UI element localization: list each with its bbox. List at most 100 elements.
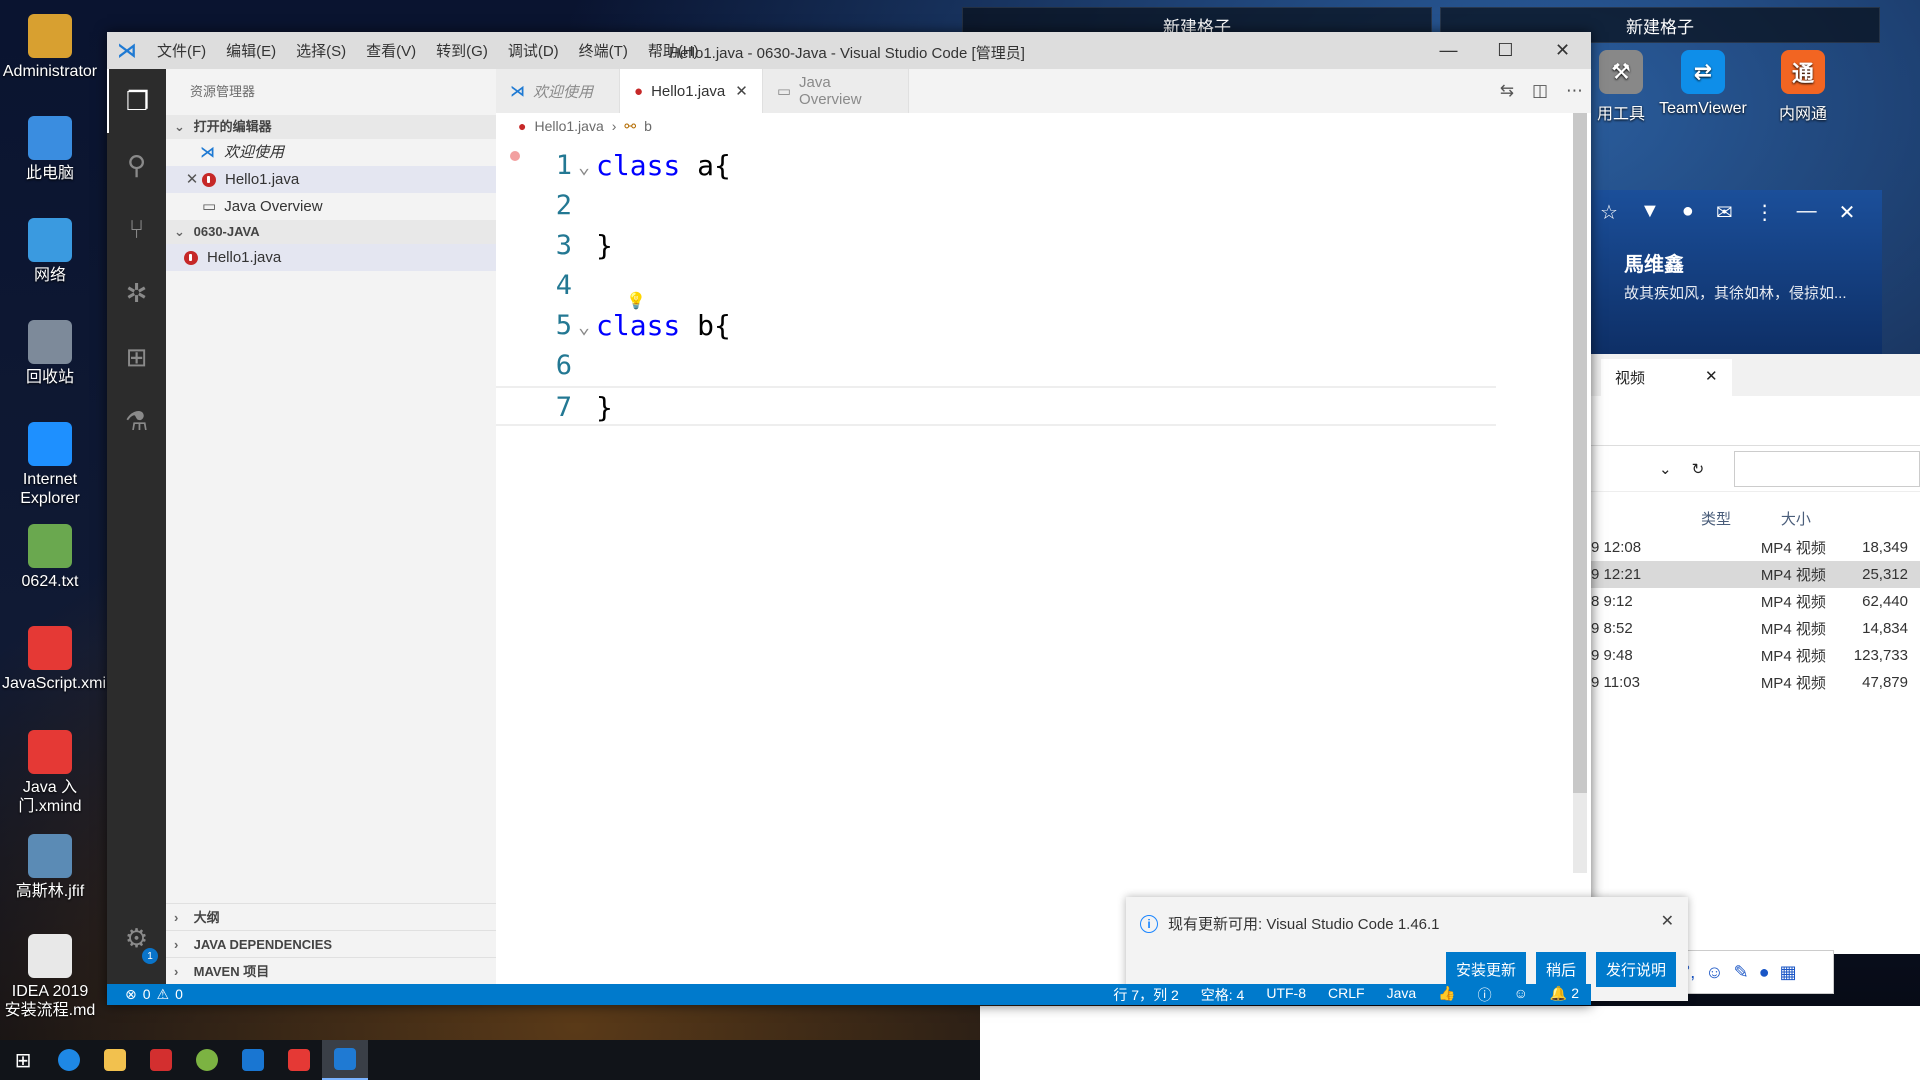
install-update-button[interactable]: 安装更新 — [1445, 952, 1526, 987]
table-row[interactable]: 9 9:48 MP4 视频 123,733 — [1591, 642, 1920, 669]
table-row[interactable]: 9 12:08 MP4 视频 18,349 — [1591, 534, 1920, 561]
desktop-icon[interactable]: 0624.txt — [2, 524, 98, 591]
close-icon[interactable]: ✕ — [1705, 367, 1718, 388]
scrollbar-thumb[interactable] — [1573, 113, 1587, 793]
start-button[interactable]: ⊞ — [0, 1040, 46, 1080]
menu-item[interactable]: 文件(F) — [147, 40, 216, 61]
menu-item[interactable]: 编辑(E) — [216, 40, 286, 61]
desktop-icon[interactable]: Administrator — [2, 14, 98, 81]
open-editor-java-overview[interactable]: ▭ Java Overview — [166, 193, 496, 220]
code-line[interactable]: 7} — [496, 386, 1496, 426]
close-icon[interactable]: ✕ — [1661, 911, 1674, 931]
taskbar-xmind[interactable] — [276, 1040, 322, 1080]
project-file-hello1[interactable]: Hello1.java — [166, 244, 496, 271]
source-control-icon[interactable]: ⑂ — [107, 197, 166, 261]
status-icon[interactable]: ● — [1682, 200, 1694, 225]
qq-panel[interactable]: ☆ ▼ ● ✉ ⋮ — ✕ 馬维鑫 故其疾如风，其徐如林，侵掠如... — [1588, 190, 1882, 354]
code-line[interactable]: 5 ⌄ class b{ — [496, 306, 1566, 346]
mail-icon[interactable]: ✉ — [1716, 200, 1733, 225]
taskbar-app-blue[interactable] — [230, 1040, 276, 1080]
notifications-bell[interactable]: 🔔 2 — [1550, 985, 1579, 1005]
desktop-icon[interactable]: IDEA 2019 安装流程.md — [2, 934, 98, 1020]
code-editor[interactable]: 1 ⌄ class a{2 3} 4 5 ⌄ class b{6 7} — [496, 146, 1566, 426]
code-line[interactable]: 2 — [496, 186, 1566, 226]
outline-section[interactable]: › 大纲 — [166, 903, 496, 930]
taskbar-file-explorer[interactable] — [92, 1040, 138, 1080]
menu-item[interactable]: 终端(T) — [569, 40, 638, 61]
microphone-icon[interactable]: ● — [1759, 962, 1770, 983]
desktop-icon[interactable]: 网络 — [2, 218, 98, 285]
tab-hello1[interactable]: ● Hello1.java ✕ — [620, 69, 763, 113]
language-mode[interactable]: Java — [1387, 985, 1417, 1005]
open-editor-welcome[interactable]: ⋊ 欢迎使用 — [166, 139, 496, 166]
chevron-down-icon[interactable]: ⌄ — [1659, 460, 1672, 478]
skin-icon[interactable]: ✎ — [1734, 962, 1749, 983]
code-line[interactable]: 3} — [496, 226, 1566, 266]
compare-icon[interactable]: ⇆ — [1500, 81, 1514, 101]
maximize-icon[interactable]: ☐ — [1477, 32, 1534, 69]
desktop-icon[interactable]: 此电脑 — [2, 116, 98, 183]
debug-icon[interactable]: ✲ — [107, 261, 166, 325]
open-editors-section[interactable]: ⌄ 打开的编辑器 — [166, 115, 496, 139]
menu-item[interactable]: 调试(D) — [498, 40, 569, 61]
explorer-tab[interactable]: 视频 ✕ — [1601, 359, 1732, 396]
thumbs-up-icon[interactable]: 👍 — [1438, 985, 1455, 1005]
emoji-icon[interactable]: ☺ — [1705, 962, 1723, 983]
fence-icon-intranet[interactable]: 通 内网通 — [1748, 50, 1858, 124]
fence-icon-teamviewer[interactable]: ⇄ TeamViewer — [1648, 50, 1758, 118]
explorer-icon[interactable]: ❐ — [107, 69, 166, 133]
extensions-icon[interactable]: ⊞ — [107, 325, 166, 389]
tab-java-overview[interactable]: ▭ Java Overview — [762, 69, 909, 113]
maven-section[interactable]: › MAVEN 项目 — [166, 957, 496, 984]
desktop-icon[interactable]: 高斯林.jfif — [2, 834, 98, 901]
taskbar-vscode[interactable] — [322, 1040, 368, 1080]
info-icon[interactable]: ⓘ — [1478, 985, 1492, 1005]
line-ending[interactable]: CRLF — [1328, 985, 1365, 1005]
taskbar-app-red[interactable] — [138, 1040, 184, 1080]
breadcrumb-symbol[interactable]: b — [644, 118, 652, 134]
testing-flask-icon[interactable]: ⚗ — [107, 389, 166, 453]
lightbulb-icon[interactable]: 💡 — [626, 291, 646, 311]
close-icon[interactable]: ✕ — [1534, 32, 1591, 69]
more-actions-icon[interactable]: ⋯ — [1566, 81, 1583, 101]
encoding[interactable]: UTF-8 — [1266, 985, 1306, 1005]
more-icon[interactable]: ⋮ — [1755, 200, 1775, 225]
code-line[interactable]: 4 — [496, 266, 1566, 306]
split-editor-icon[interactable]: ◫ — [1532, 81, 1548, 101]
taskbar-app-green[interactable] — [184, 1040, 230, 1080]
toolbox-icon[interactable]: ▦ — [1780, 962, 1797, 983]
column-header-type[interactable]: 类型 — [1591, 502, 1761, 534]
indentation[interactable]: 空格: 4 — [1201, 985, 1245, 1005]
desktop-icon[interactable]: 回收站 — [2, 320, 98, 387]
minimize-icon[interactable]: — — [1420, 32, 1477, 69]
later-button[interactable]: 稍后 — [1535, 952, 1586, 987]
close-icon[interactable]: ✕ — [735, 82, 748, 100]
code-line[interactable]: 1 ⌄ class a{ — [496, 146, 1566, 186]
desktop-icon[interactable]: Internet Explorer — [2, 422, 98, 508]
problems-indicator[interactable]: ⊗ 0 ⚠ 0 — [107, 986, 183, 1003]
star-icon[interactable]: ☆ — [1600, 200, 1618, 225]
search-icon[interactable]: ⚲ — [107, 133, 166, 197]
menu-item[interactable]: 选择(S) — [286, 40, 356, 61]
java-dependencies-section[interactable]: › JAVA DEPENDENCIES — [166, 930, 496, 957]
gear-icon[interactable]: ⚙ 1 — [107, 906, 166, 970]
refresh-icon[interactable]: ↻ — [1692, 460, 1705, 478]
search-input[interactable] — [1734, 450, 1920, 487]
cursor-position[interactable]: 行 7，列 2 — [1113, 985, 1178, 1005]
desktop-icon[interactable]: Java 入门.xmind — [2, 730, 98, 816]
menu-item[interactable]: 查看(V) — [356, 40, 426, 61]
code-line[interactable]: 6 — [496, 346, 1566, 386]
taskbar-edge[interactable] — [46, 1040, 92, 1080]
tab-welcome[interactable]: ⋊ 欢迎使用 — [496, 69, 620, 113]
project-section[interactable]: ⌄ 0630-JAVA — [166, 220, 496, 244]
close-icon[interactable]: ✕ — [182, 166, 202, 193]
minimize-icon[interactable]: — — [1797, 200, 1817, 225]
desktop-icon[interactable]: JavaScript.xmind — [2, 626, 124, 693]
close-icon[interactable]: ✕ — [1839, 200, 1856, 225]
open-editor-hello1[interactable]: ✕ Hello1.java — [166, 166, 496, 193]
editor-scrollbar[interactable] — [1573, 113, 1587, 873]
table-row[interactable]: 9 11:03 MP4 视频 47,879 — [1591, 669, 1920, 696]
fold-chevron-icon[interactable]: ⌄ — [572, 146, 596, 186]
release-notes-button[interactable]: 发行说明 — [1595, 952, 1676, 987]
column-header-size[interactable]: 大小 — [1761, 502, 1840, 534]
